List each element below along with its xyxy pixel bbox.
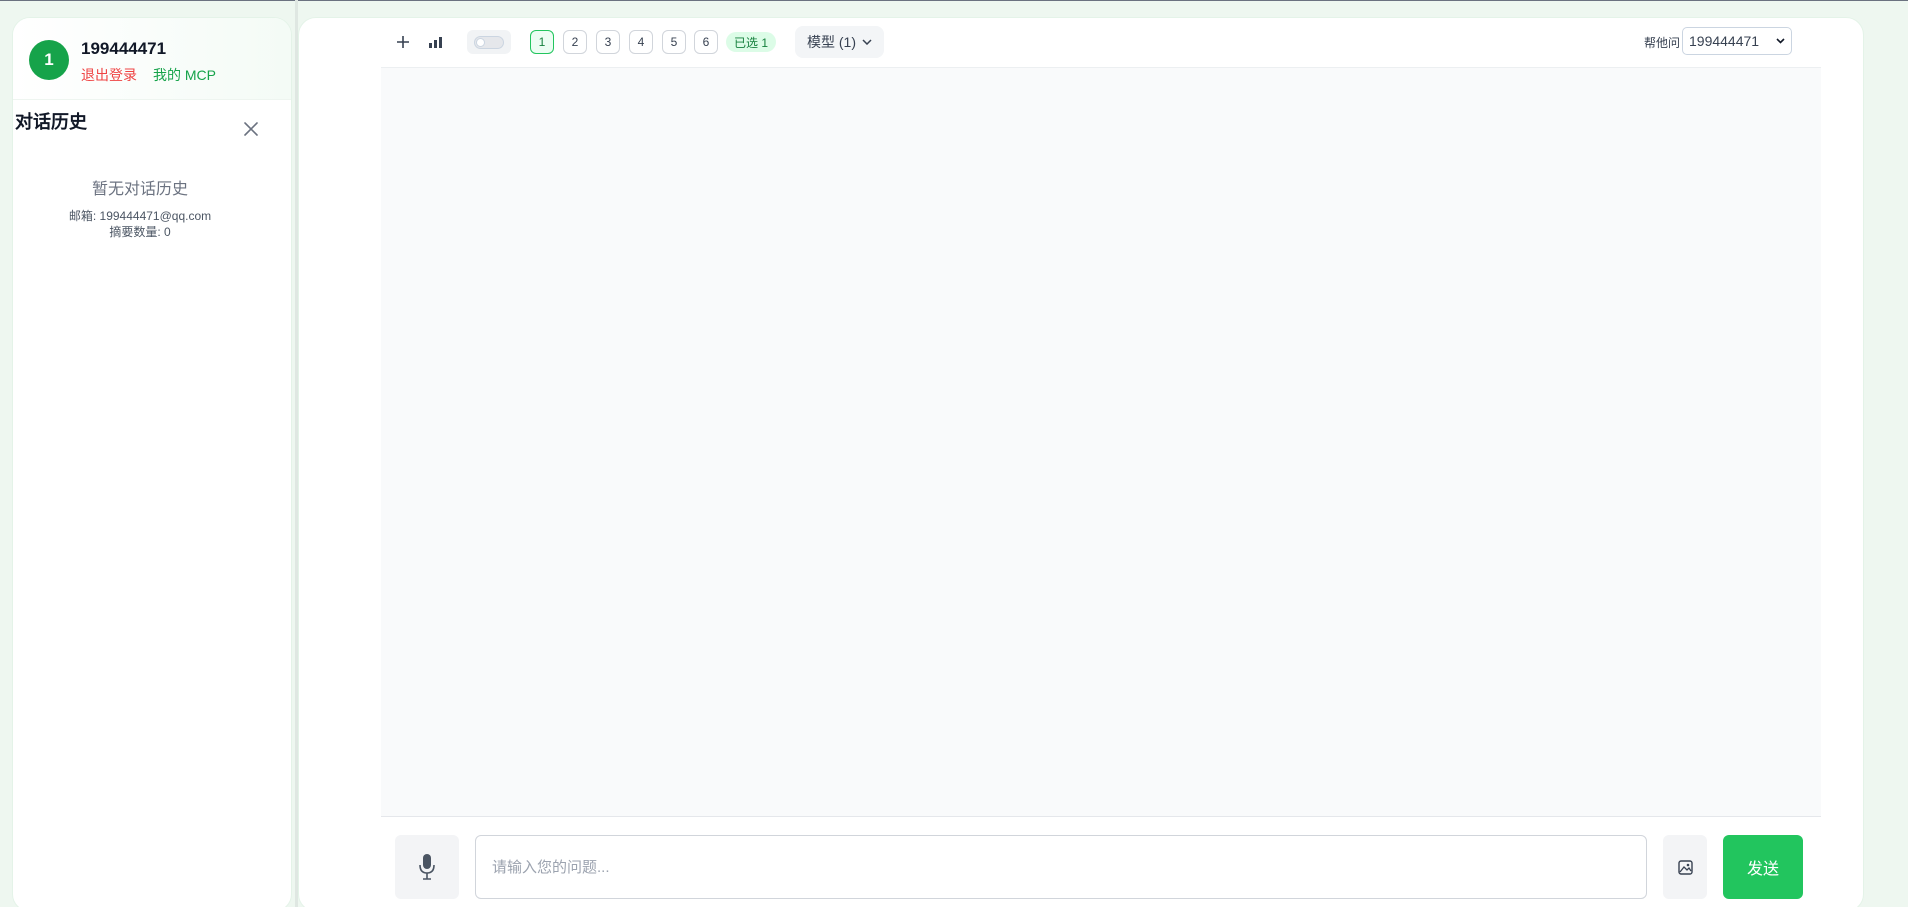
image-upload-button[interactable] (1663, 835, 1707, 899)
chevron-down-icon (862, 39, 872, 45)
number-button-1[interactable]: 1 (530, 30, 554, 54)
username: 199444471 (81, 39, 167, 58)
toggle-knob (476, 38, 485, 47)
sidebar: 1 199444471 退出登录 我的 MCP (12, 17, 292, 907)
model-label: 模型 (1) (807, 34, 856, 50)
summary-count-line: 摘要数量: 0 (109, 225, 171, 239)
voice-input-button[interactable] (395, 835, 459, 899)
stats-button[interactable] (421, 28, 449, 56)
chevron-down-icon (1776, 38, 1785, 44)
empty-history-text: 暂无对话历史 (91, 181, 188, 198)
mode-toggle[interactable] (467, 30, 511, 54)
help-user-select-value: 199444471 (1689, 33, 1760, 49)
number-button-5[interactable]: 5 (662, 30, 686, 54)
composer: 发送 (299, 818, 1863, 907)
history-title: 对话历史 (15, 112, 87, 132)
user-links: 退出登录 我的 MCP (81, 65, 216, 85)
microphone-icon (419, 854, 435, 880)
number-button-3[interactable]: 3 (596, 30, 620, 54)
window-top-border (0, 0, 1908, 1)
chat-message-area[interactable] (381, 68, 1821, 817)
user-header: 1 199444471 退出登录 我的 MCP (13, 18, 291, 100)
history-empty-state: 暂无对话历史 邮箱: 199444471@qq.com 摘要数量: 0 (0, 175, 280, 240)
image-icon (1677, 859, 1693, 875)
avatar[interactable]: 1 (29, 40, 69, 80)
main-panel: 1 2 3 4 5 6 已选 1 模型 (1) 帮他问 199444471 请输… (298, 17, 1864, 907)
my-mcp-link[interactable]: 我的 MCP (153, 65, 216, 85)
help-ask-label: 帮他问 (1644, 36, 1681, 50)
new-chat-button[interactable] (389, 28, 417, 56)
plus-icon (397, 36, 409, 48)
number-button-2[interactable]: 2 (563, 30, 587, 54)
logout-link[interactable]: 退出登录 (81, 65, 137, 85)
toggle-track (474, 36, 504, 49)
close-history-button[interactable] (240, 118, 262, 140)
send-button[interactable]: 发送 (1723, 835, 1803, 899)
close-icon (244, 122, 258, 136)
bar-chart-icon (428, 36, 442, 48)
model-dropdown-button[interactable]: 模型 (1) (795, 26, 884, 58)
selected-count-badge: 已选 1 (726, 32, 777, 52)
number-button-4[interactable]: 4 (629, 30, 653, 54)
email-line: 邮箱: 199444471@qq.com (68, 209, 212, 223)
help-user-select[interactable]: 199444471 (1682, 27, 1792, 55)
toolbar: 1 2 3 4 5 6 已选 1 模型 (1) 帮他问 199444471 (381, 18, 1821, 68)
number-button-6[interactable]: 6 (694, 30, 718, 54)
question-input[interactable] (475, 835, 1647, 899)
